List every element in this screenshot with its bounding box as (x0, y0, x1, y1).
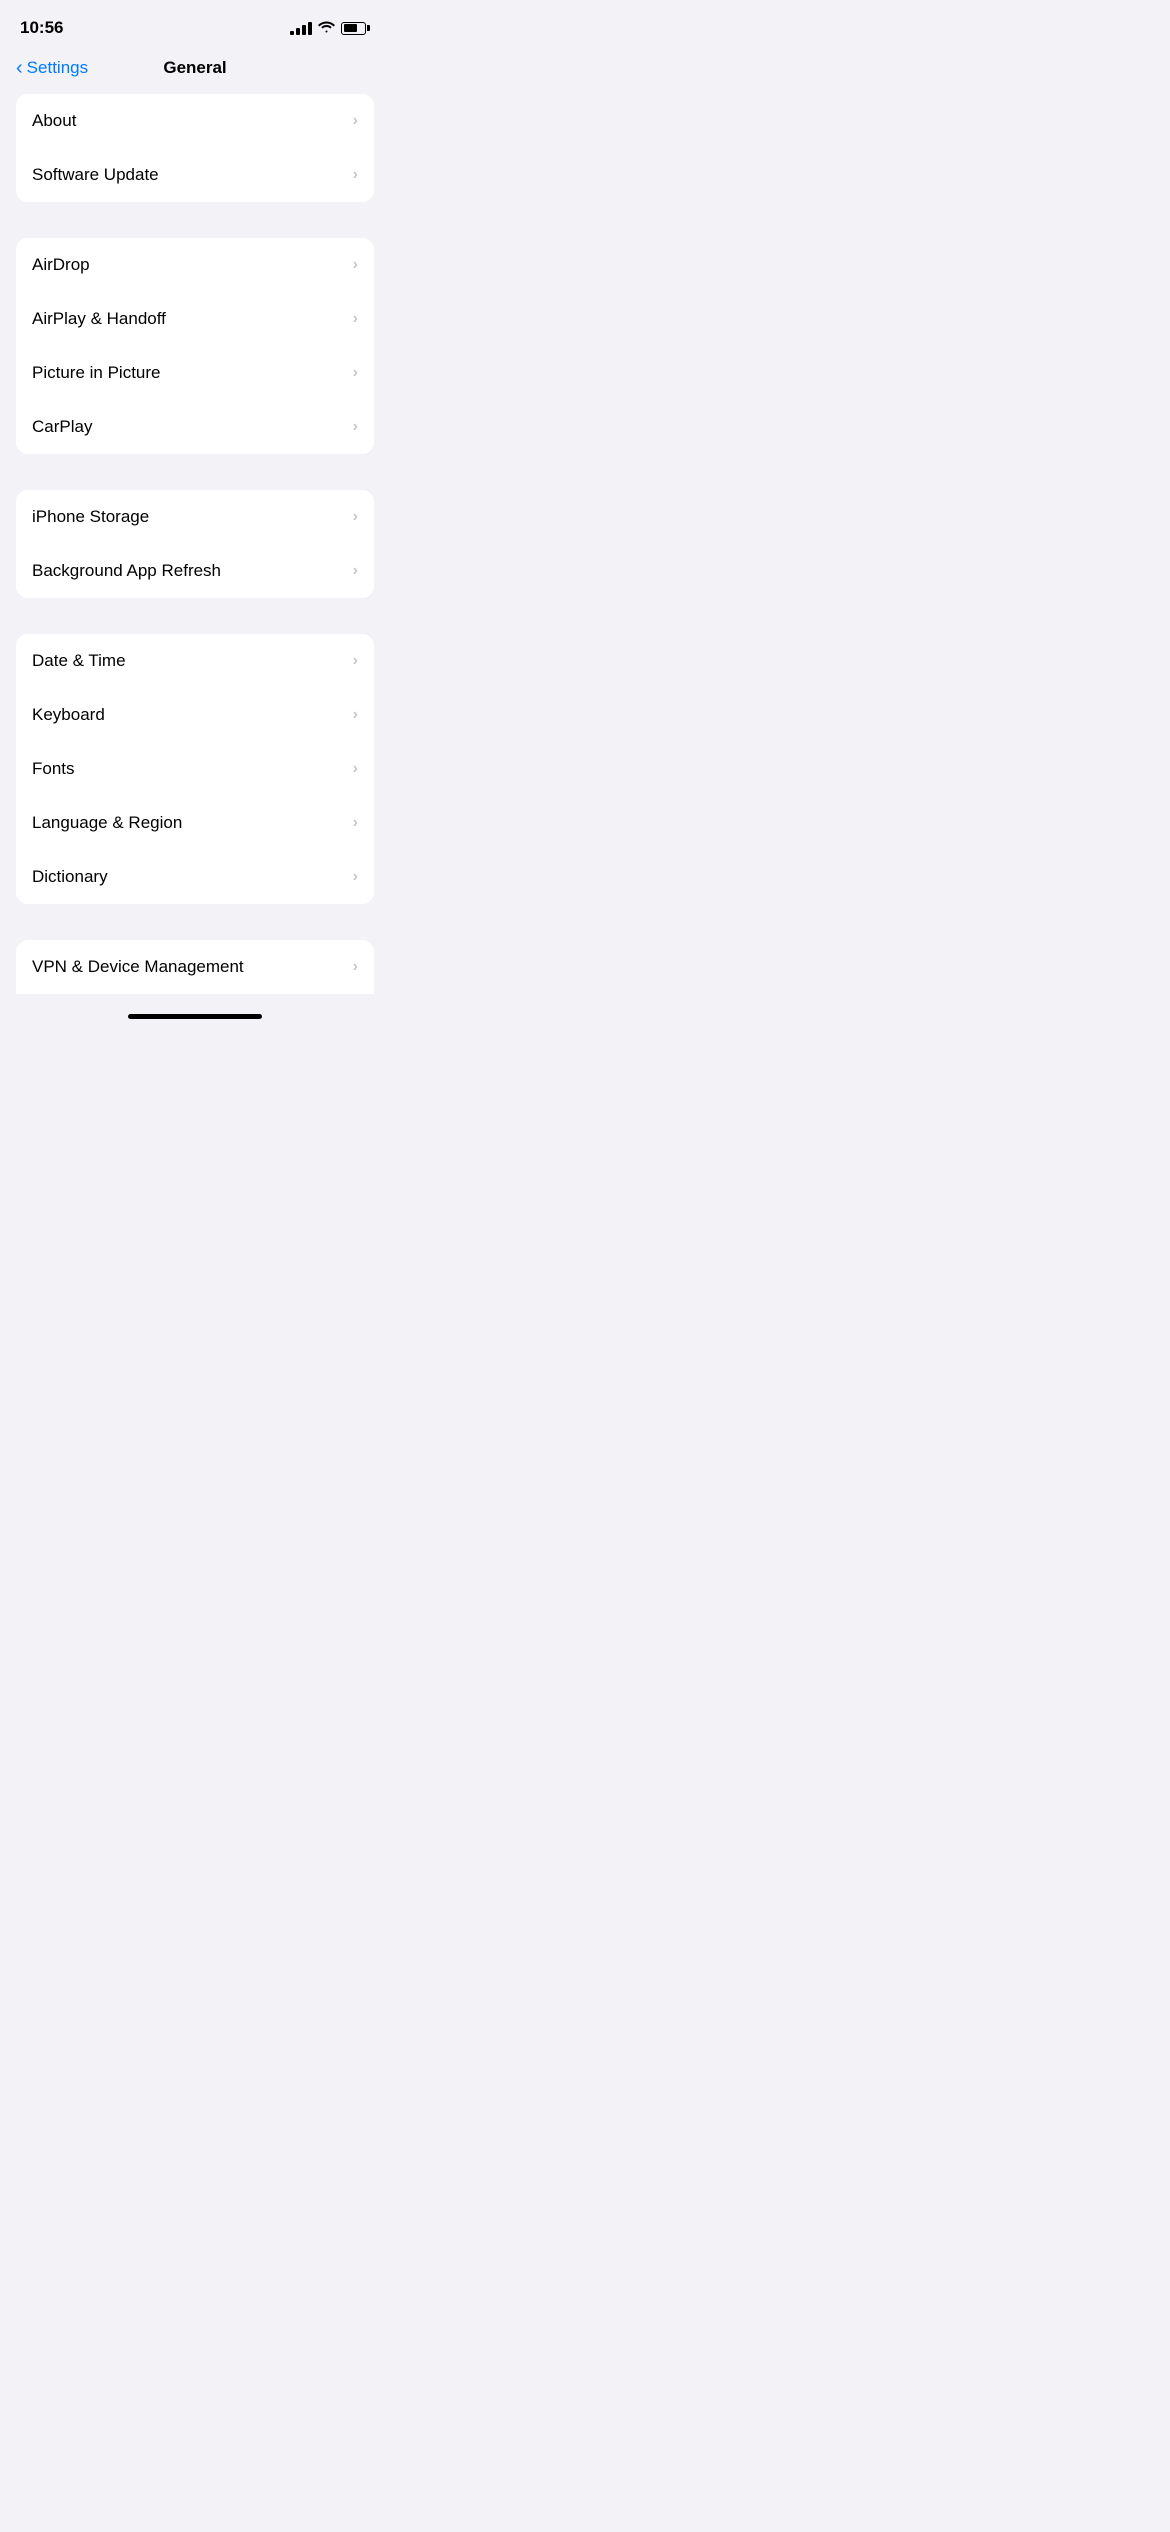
row-label-picture-in-picture: Picture in Picture (32, 363, 161, 383)
settings-row-about[interactable]: About › (16, 94, 374, 148)
settings-group-3: iPhone Storage › Background App Refresh … (16, 490, 374, 598)
settings-row-fonts[interactable]: Fonts › (16, 742, 374, 796)
row-label-vpn-device-management: VPN & Device Management (32, 957, 244, 977)
row-label-carplay: CarPlay (32, 417, 92, 437)
row-label-airdrop: AirDrop (32, 255, 90, 275)
settings-row-software-update[interactable]: Software Update › (16, 148, 374, 202)
status-time: 10:56 (20, 18, 63, 38)
status-icons (290, 20, 370, 36)
settings-row-carplay[interactable]: CarPlay › (16, 400, 374, 454)
chevron-icon-keyboard: › (353, 706, 358, 724)
row-label-language-region: Language & Region (32, 813, 182, 833)
chevron-icon-about: › (353, 112, 358, 130)
home-indicator-area (0, 1006, 390, 1027)
chevron-icon-airplay-handoff: › (353, 310, 358, 328)
status-bar: 10:56 (0, 0, 390, 50)
row-label-airplay-handoff: AirPlay & Handoff (32, 309, 166, 329)
settings-group-1: About › Software Update › (16, 94, 374, 202)
settings-group-2: AirDrop › AirPlay & Handoff › Picture in… (16, 238, 374, 454)
page-title: General (163, 58, 226, 78)
back-button[interactable]: ‹ Settings (16, 58, 88, 78)
row-label-date-time: Date & Time (32, 651, 126, 671)
settings-group-4: Date & Time › Keyboard › Fonts › Languag… (16, 634, 374, 904)
settings-content: About › Software Update › AirDrop › AirP… (0, 94, 390, 994)
chevron-icon-background-app-refresh: › (353, 562, 358, 580)
settings-group-5: VPN & Device Management › (16, 940, 374, 994)
chevron-icon-fonts: › (353, 760, 358, 778)
settings-row-language-region[interactable]: Language & Region › (16, 796, 374, 850)
signal-icon (290, 22, 312, 35)
settings-row-vpn-device-management[interactable]: VPN & Device Management › (16, 940, 374, 994)
battery-icon (341, 22, 370, 35)
home-bar (128, 1014, 262, 1019)
back-label: Settings (27, 58, 88, 78)
settings-row-background-app-refresh[interactable]: Background App Refresh › (16, 544, 374, 598)
nav-bar: ‹ Settings General (0, 50, 390, 94)
back-chevron-icon: ‹ (16, 58, 23, 78)
row-label-dictionary: Dictionary (32, 867, 108, 887)
settings-row-picture-in-picture[interactable]: Picture in Picture › (16, 346, 374, 400)
settings-row-airplay-handoff[interactable]: AirPlay & Handoff › (16, 292, 374, 346)
row-label-keyboard: Keyboard (32, 705, 105, 725)
chevron-icon-vpn-device-management: › (353, 958, 358, 976)
chevron-icon-carplay: › (353, 418, 358, 436)
settings-row-date-time[interactable]: Date & Time › (16, 634, 374, 688)
wifi-icon (318, 20, 335, 36)
settings-row-dictionary[interactable]: Dictionary › (16, 850, 374, 904)
row-label-background-app-refresh: Background App Refresh (32, 561, 221, 581)
settings-row-keyboard[interactable]: Keyboard › (16, 688, 374, 742)
settings-row-airdrop[interactable]: AirDrop › (16, 238, 374, 292)
chevron-icon-airdrop: › (353, 256, 358, 274)
chevron-icon-software-update: › (353, 166, 358, 184)
row-label-software-update: Software Update (32, 165, 159, 185)
chevron-icon-picture-in-picture: › (353, 364, 358, 382)
chevron-icon-dictionary: › (353, 868, 358, 886)
chevron-icon-language-region: › (353, 814, 358, 832)
row-label-fonts: Fonts (32, 759, 75, 779)
row-label-about: About (32, 111, 76, 131)
chevron-icon-date-time: › (353, 652, 358, 670)
chevron-icon-iphone-storage: › (353, 508, 358, 526)
row-label-iphone-storage: iPhone Storage (32, 507, 149, 527)
settings-row-iphone-storage[interactable]: iPhone Storage › (16, 490, 374, 544)
